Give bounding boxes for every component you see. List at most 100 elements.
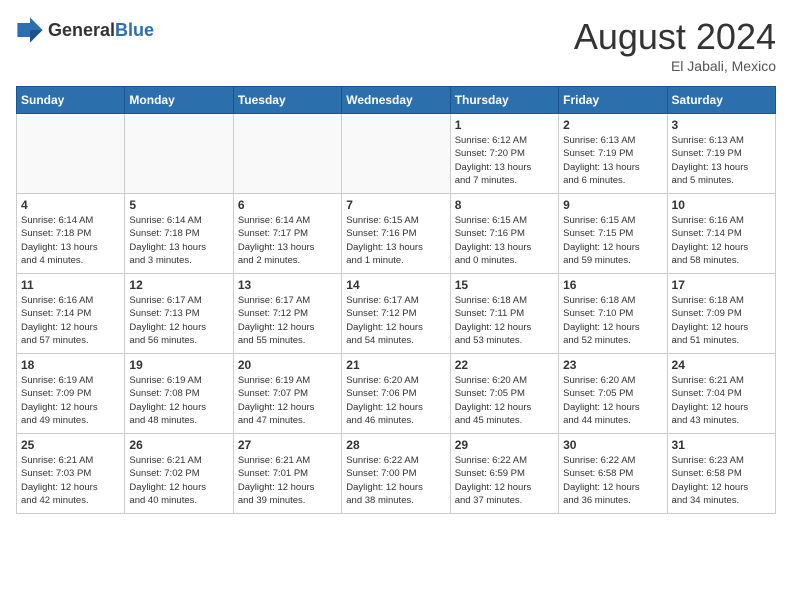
calendar-week-4: 18 Sunrise: 6:19 AM Sunset: 7:09 PM Dayli… [17,354,776,434]
day-info: Sunrise: 6:18 AM Sunset: 7:10 PM Dayligh… [563,294,662,347]
calendar-cell: 31 Sunrise: 6:23 AM Sunset: 6:58 PM Dayli… [667,434,775,514]
day-number: 31 [672,438,771,452]
calendar-cell: 19Sunrise: 6:19 AM Sunset: 7:08 PM Dayli… [125,354,233,434]
day-number: 13 [238,278,337,292]
calendar-cell: 9 Sunrise: 6:15 AM Sunset: 7:15 PM Daylig… [559,194,667,274]
day-number: 25 [21,438,120,452]
calendar-cell: 4 Sunrise: 6:14 AM Sunset: 7:18 PM Daylig… [17,194,125,274]
day-number: 21 [346,358,445,372]
day-info: Sunrise: 6:21 AM Sunset: 7:03 PM Dayligh… [21,454,120,507]
day-info: Sunrise: 6:22 AM Sunset: 7:00 PM Dayligh… [346,454,445,507]
day-info: Sunrise: 6:18 AM Sunset: 7:11 PM Dayligh… [455,294,554,347]
calendar-cell: 14 Sunrise: 6:17 AM Sunset: 7:12 PM Dayli… [342,274,450,354]
calendar-cell: 6 Sunrise: 6:14 AM Sunset: 7:17 PM Daylig… [233,194,341,274]
day-number: 17 [672,278,771,292]
day-number: 27 [238,438,337,452]
day-number: 18 [21,358,120,372]
day-info: Sunrise: 6:19 AM Sunset: 7:08 PM Dayligh… [129,374,228,427]
calendar-cell: 12 Sunrise: 6:17 AM Sunset: 7:13 PM Dayli… [125,274,233,354]
day-info: Sunrise: 6:18 AM Sunset: 7:09 PM Dayligh… [672,294,771,347]
calendar-cell: 21Sunrise: 6:20 AM Sunset: 7:06 PM Dayli… [342,354,450,434]
calendar-week-2: 4 Sunrise: 6:14 AM Sunset: 7:18 PM Daylig… [17,194,776,274]
calendar-cell: 22Sunrise: 6:20 AM Sunset: 7:05 PM Dayli… [450,354,558,434]
calendar-cell: 27Sunrise: 6:21 AM Sunset: 7:01 PM Dayli… [233,434,341,514]
day-info: Sunrise: 6:20 AM Sunset: 7:05 PM Dayligh… [455,374,554,427]
calendar-cell: 20 Sunrise: 6:19 AM Sunset: 7:07 PM Dayli… [233,354,341,434]
day-number: 7 [346,198,445,212]
day-number: 20 [238,358,337,372]
calendar-cell: 10 Sunrise: 6:16 AM Sunset: 7:14 PM Dayli… [667,194,775,274]
day-number: 24 [672,358,771,372]
calendar-week-1: 1Sunrise: 6:12 AM Sunset: 7:20 PM Daylig… [17,114,776,194]
day-info: Sunrise: 6:19 AM Sunset: 7:09 PM Dayligh… [21,374,120,427]
day-info: Sunrise: 6:22 AM Sunset: 6:59 PM Dayligh… [455,454,554,507]
weekday-header-saturday: Saturday [667,87,775,114]
calendar-cell: 30Sunrise: 6:22 AM Sunset: 6:58 PM Dayli… [559,434,667,514]
weekday-header-tuesday: Tuesday [233,87,341,114]
weekday-header-wednesday: Wednesday [342,87,450,114]
calendar-cell: 25 Sunrise: 6:21 AM Sunset: 7:03 PM Dayli… [17,434,125,514]
weekday-header-thursday: Thursday [450,87,558,114]
calendar-cell: 7 Sunrise: 6:15 AM Sunset: 7:16 PM Daylig… [342,194,450,274]
day-number: 10 [672,198,771,212]
day-info: Sunrise: 6:14 AM Sunset: 7:18 PM Dayligh… [21,214,120,267]
day-number: 28 [346,438,445,452]
calendar-cell: 15 Sunrise: 6:18 AM Sunset: 7:11 PM Dayli… [450,274,558,354]
day-info: Sunrise: 6:15 AM Sunset: 7:15 PM Dayligh… [563,214,662,267]
calendar-cell: 26Sunrise: 6:21 AM Sunset: 7:02 PM Dayli… [125,434,233,514]
day-number: 4 [21,198,120,212]
day-number: 5 [129,198,228,212]
day-info: Sunrise: 6:17 AM Sunset: 7:12 PM Dayligh… [238,294,337,347]
day-number: 8 [455,198,554,212]
calendar-cell: 16 Sunrise: 6:18 AM Sunset: 7:10 PM Dayli… [559,274,667,354]
calendar-cell: 28 Sunrise: 6:22 AM Sunset: 7:00 PM Dayli… [342,434,450,514]
weekday-row: SundayMondayTuesdayWednesdayThursdayFrid… [17,87,776,114]
day-number: 16 [563,278,662,292]
day-number: 6 [238,198,337,212]
calendar-cell: 1Sunrise: 6:12 AM Sunset: 7:20 PM Daylig… [450,114,558,194]
calendar-cell: 18 Sunrise: 6:19 AM Sunset: 7:09 PM Dayli… [17,354,125,434]
day-number: 15 [455,278,554,292]
day-number: 9 [563,198,662,212]
calendar-cell: 8 Sunrise: 6:15 AM Sunset: 7:16 PM Daylig… [450,194,558,274]
calendar-cell: 5 Sunrise: 6:14 AM Sunset: 7:18 PM Daylig… [125,194,233,274]
day-info: Sunrise: 6:19 AM Sunset: 7:07 PM Dayligh… [238,374,337,427]
day-number: 1 [455,118,554,132]
day-info: Sunrise: 6:23 AM Sunset: 6:58 PM Dayligh… [672,454,771,507]
calendar-cell: 17 Sunrise: 6:18 AM Sunset: 7:09 PM Dayli… [667,274,775,354]
day-info: Sunrise: 6:17 AM Sunset: 7:12 PM Dayligh… [346,294,445,347]
day-info: Sunrise: 6:16 AM Sunset: 7:14 PM Dayligh… [672,214,771,267]
day-info: Sunrise: 6:17 AM Sunset: 7:13 PM Dayligh… [129,294,228,347]
day-info: Sunrise: 6:22 AM Sunset: 6:58 PM Dayligh… [563,454,662,507]
day-info: Sunrise: 6:15 AM Sunset: 7:16 PM Dayligh… [346,214,445,267]
location-subtitle: El Jabali, Mexico [574,58,776,74]
calendar-cell: 29Sunrise: 6:22 AM Sunset: 6:59 PM Dayli… [450,434,558,514]
calendar-cell [17,114,125,194]
logo: GeneralBlue [16,16,154,44]
day-number: 14 [346,278,445,292]
day-info: Sunrise: 6:13 AM Sunset: 7:19 PM Dayligh… [672,134,771,187]
calendar-cell: 13 Sunrise: 6:17 AM Sunset: 7:12 PM Dayli… [233,274,341,354]
calendar-cell: 24 Sunrise: 6:21 AM Sunset: 7:04 PM Dayli… [667,354,775,434]
logo-text-general: General [48,20,115,40]
day-info: Sunrise: 6:15 AM Sunset: 7:16 PM Dayligh… [455,214,554,267]
day-info: Sunrise: 6:21 AM Sunset: 7:04 PM Dayligh… [672,374,771,427]
day-info: Sunrise: 6:14 AM Sunset: 7:17 PM Dayligh… [238,214,337,267]
day-info: Sunrise: 6:14 AM Sunset: 7:18 PM Dayligh… [129,214,228,267]
weekday-header-sunday: Sunday [17,87,125,114]
day-number: 11 [21,278,120,292]
logo-icon [16,16,44,44]
day-info: Sunrise: 6:13 AM Sunset: 7:19 PM Dayligh… [563,134,662,187]
day-info: Sunrise: 6:16 AM Sunset: 7:14 PM Dayligh… [21,294,120,347]
calendar-cell [233,114,341,194]
calendar-body: 1Sunrise: 6:12 AM Sunset: 7:20 PM Daylig… [17,114,776,514]
calendar-week-3: 11 Sunrise: 6:16 AM Sunset: 7:14 PM Dayli… [17,274,776,354]
day-number: 12 [129,278,228,292]
title-block: August 2024 El Jabali, Mexico [574,16,776,74]
calendar-cell: 2Sunrise: 6:13 AM Sunset: 7:19 PM Daylig… [559,114,667,194]
calendar-cell [342,114,450,194]
day-number: 23 [563,358,662,372]
calendar-table: SundayMondayTuesdayWednesdayThursdayFrid… [16,86,776,514]
weekday-header-friday: Friday [559,87,667,114]
day-number: 3 [672,118,771,132]
